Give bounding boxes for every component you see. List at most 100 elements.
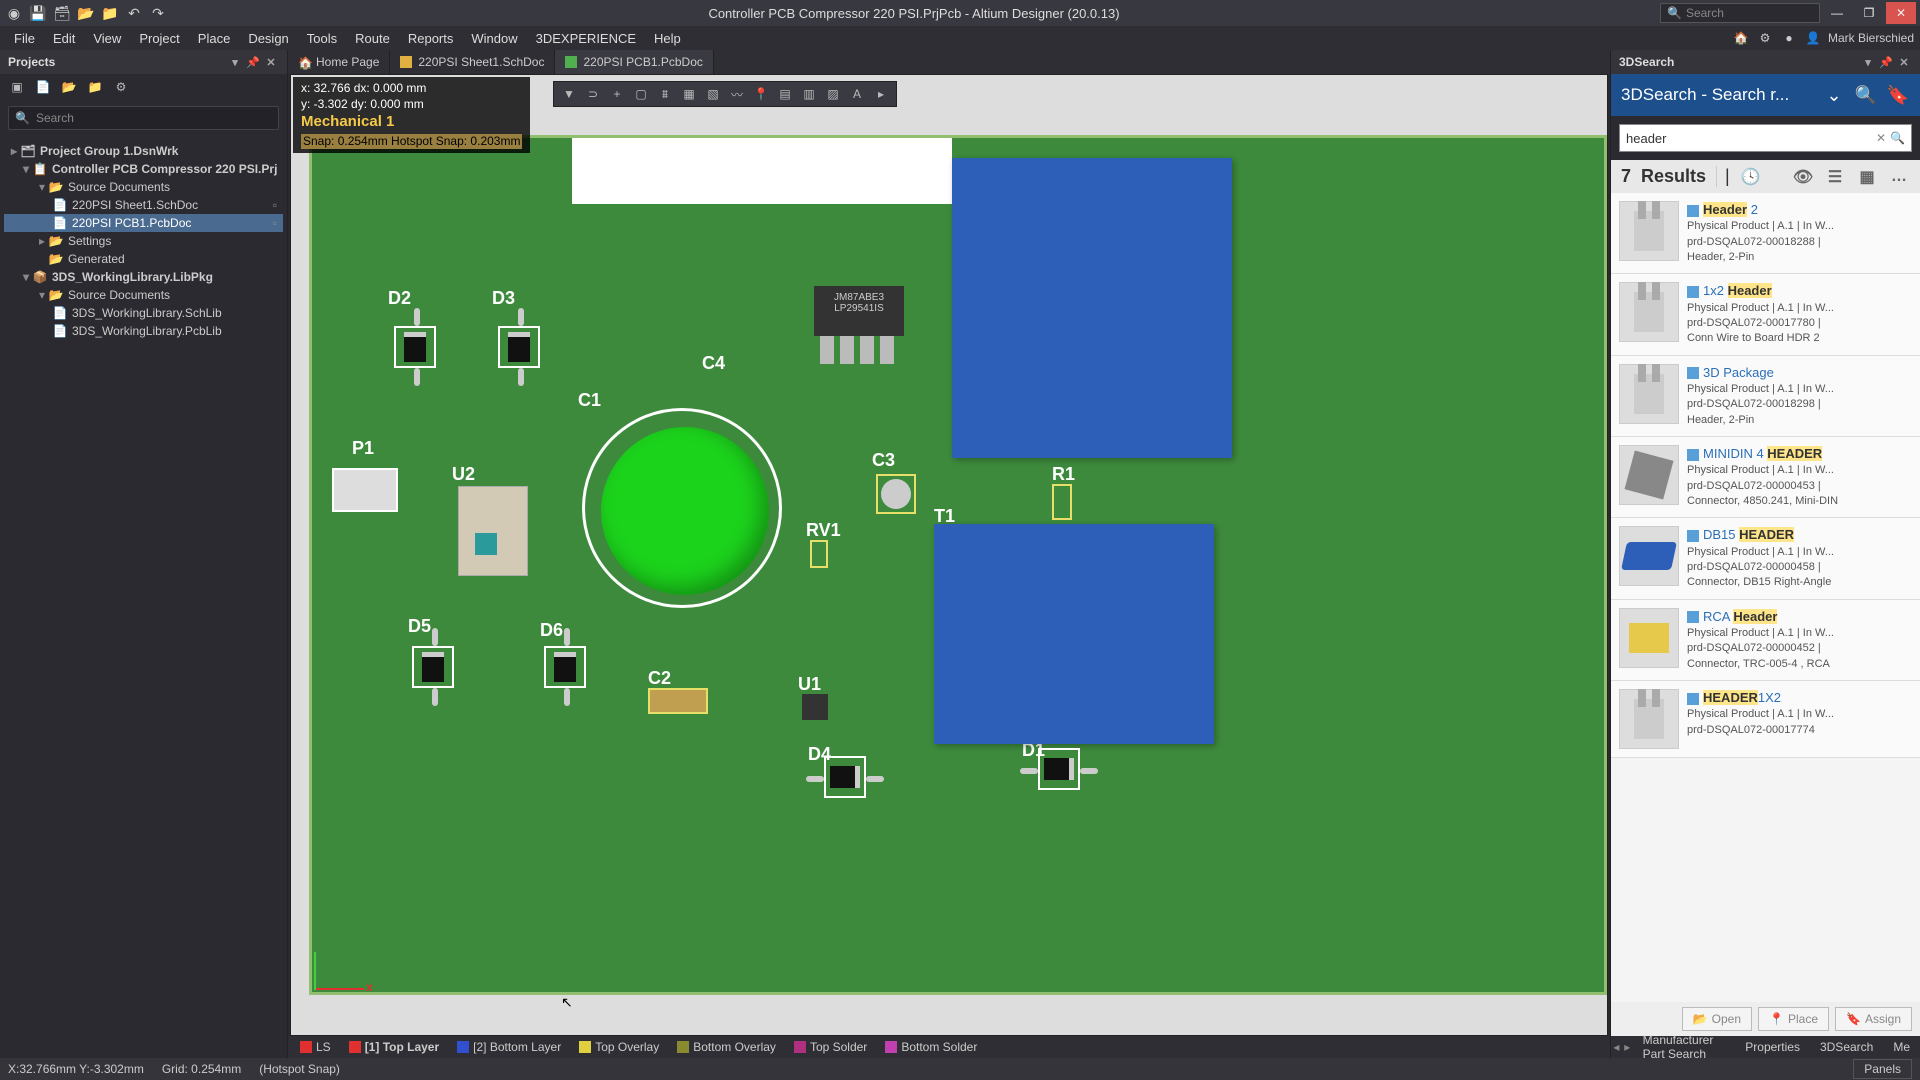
text-icon[interactable]: A <box>846 83 868 105</box>
comp-d1[interactable] <box>1038 748 1080 790</box>
tool7-icon[interactable]: ▥ <box>798 83 820 105</box>
pin-icon[interactable]: 📍 <box>750 83 772 105</box>
tree-lib-src[interactable]: ▾📂Source Documents <box>4 286 283 304</box>
tool1-icon[interactable]: ▢ <box>630 83 652 105</box>
tool8-icon[interactable]: ▨ <box>822 83 844 105</box>
tree-generated[interactable]: 📂Generated <box>4 250 283 268</box>
assign-button[interactable]: 🔖 Assign <box>1835 1007 1912 1031</box>
history-icon[interactable]: 🕓 <box>1740 167 1762 187</box>
result-item[interactable]: Header 2 Physical Product | A.1 | In W..… <box>1611 193 1920 274</box>
notification-icon[interactable]: ● <box>1780 31 1798 45</box>
comp-d6[interactable] <box>544 646 586 688</box>
tool4-icon[interactable]: ▧ <box>702 83 724 105</box>
layer-top-solder[interactable]: Top Solder <box>786 1036 875 1058</box>
user-name[interactable]: Mark Bierschied <box>1828 31 1914 45</box>
comp-p1[interactable] <box>332 468 398 512</box>
panel-pin-icon[interactable]: 📌 <box>1878 56 1894 69</box>
filter-icon[interactable]: ▼ <box>558 83 580 105</box>
menu-design[interactable]: Design <box>240 29 296 48</box>
grid-icon[interactable]: ▦ <box>1856 167 1878 187</box>
tab-properties[interactable]: Properties <box>1735 1040 1810 1054</box>
sort-icon[interactable]: ☰ <box>1824 167 1846 187</box>
tool6-icon[interactable]: ▤ <box>774 83 796 105</box>
toolbar-folder2-icon[interactable]: 📁 <box>86 78 104 96</box>
redo-icon[interactable]: ↷ <box>148 3 168 23</box>
tab-next-icon[interactable]: ▸ <box>1622 1040 1633 1054</box>
layer-bottom[interactable]: [2] Bottom Layer <box>449 1036 569 1058</box>
panel-pin-icon[interactable]: 📌 <box>245 56 261 69</box>
menu-tools[interactable]: Tools <box>299 29 345 48</box>
gear-icon[interactable]: ⚙ <box>1756 31 1774 45</box>
comp-c2[interactable] <box>648 688 708 714</box>
home-icon[interactable]: 🏠 <box>1732 31 1750 45</box>
menu-3dexperience[interactable]: 3DEXPERIENCE <box>528 29 644 48</box>
eye-icon[interactable]: 👁 <box>1792 167 1814 187</box>
tool5-icon[interactable]: 〰 <box>726 83 748 105</box>
menu-reports[interactable]: Reports <box>400 29 462 48</box>
layer-top[interactable]: [1] Top Layer <box>341 1036 447 1058</box>
place-button[interactable]: 📍 Place <box>1758 1007 1829 1031</box>
panel-close-icon[interactable]: ✕ <box>1896 56 1912 69</box>
comp-t2-3d[interactable] <box>952 158 1232 458</box>
save-icon[interactable]: 💾 <box>28 3 48 23</box>
pcb-board[interactable]: D2 D3 C4 C1 P1 U2 C3 R1 T1 T2 RV1 D5 D6 … <box>309 135 1607 995</box>
panel-dropdown-icon[interactable]: ▾ <box>227 56 243 69</box>
toolbar-new-icon[interactable]: ▣ <box>8 78 26 96</box>
menu-file[interactable]: File <box>6 29 43 48</box>
chevron-right-icon[interactable]: ▸ <box>870 83 892 105</box>
result-item[interactable]: DB15 HEADER Physical Product | A.1 | In … <box>1611 518 1920 599</box>
save-all-icon[interactable]: 🗃 <box>52 3 72 23</box>
open-icon[interactable]: 📂 <box>76 3 96 23</box>
menu-help[interactable]: Help <box>646 29 689 48</box>
open-button[interactable]: 📂 Open <box>1682 1007 1752 1031</box>
search-icon[interactable]: 🔍 <box>1890 131 1905 145</box>
undo-icon[interactable]: ↶ <box>124 3 144 23</box>
tag-icon[interactable]: 🔖 <box>1886 85 1910 106</box>
tree-schlib[interactable]: 📄3DS_WorkingLibrary.SchLib <box>4 304 283 322</box>
maximize-button[interactable]: ❐ <box>1854 2 1884 24</box>
pcb-canvas[interactable]: x: 32.766 dx: 0.000 mm y: -3.302 dy: 0.0… <box>290 74 1608 1036</box>
menu-icon[interactable]: … <box>1888 168 1910 186</box>
tree-source-docs[interactable]: ▾📂Source Documents <box>4 178 283 196</box>
menu-project[interactable]: Project <box>131 29 187 48</box>
menu-view[interactable]: View <box>85 29 129 48</box>
search-icon[interactable]: 🔍 <box>1854 85 1878 106</box>
menu-route[interactable]: Route <box>347 29 398 48</box>
comp-r1[interactable] <box>1052 484 1072 520</box>
tab-pcbdoc[interactable]: 220PSI PCB1.PcbDoc <box>555 50 713 74</box>
menu-window[interactable]: Window <box>463 29 525 48</box>
global-search[interactable]: 🔍 Search <box>1660 3 1820 23</box>
result-item[interactable]: MINIDIN 4 HEADER Physical Product | A.1 … <box>1611 437 1920 518</box>
tool3-icon[interactable]: ▦ <box>678 83 700 105</box>
toolbar-folder-icon[interactable]: 📂 <box>60 78 78 96</box>
panel-dropdown-icon[interactable]: ▾ <box>1860 56 1876 69</box>
comp-ic[interactable]: JM87ABE3LP29541IS <box>814 286 904 336</box>
toolbar-settings-icon[interactable]: ⚙ <box>112 78 130 96</box>
panels-button[interactable]: Panels <box>1853 1059 1912 1079</box>
tree-group[interactable]: ▸🗂Project Group 1.DsnWrk <box>4 142 283 160</box>
comp-u2[interactable] <box>458 486 528 576</box>
panel-close-icon[interactable]: ✕ <box>263 56 279 69</box>
tree-project[interactable]: ▾📋Controller PCB Compressor 220 PSI.Prj <box>4 160 283 178</box>
net-icon[interactable]: ⊃ <box>582 83 604 105</box>
tree-libpkg[interactable]: ▾📦3DS_WorkingLibrary.LibPkg <box>4 268 283 286</box>
comp-d2[interactable] <box>394 326 436 368</box>
projects-search[interactable]: 🔍 Search <box>8 106 279 130</box>
result-item[interactable]: HEADER1X2 Physical Product | A.1 | In W.… <box>1611 681 1920 758</box>
close-button[interactable]: ✕ <box>1886 2 1916 24</box>
tool2-icon[interactable]: ⩩ <box>654 83 676 105</box>
tab-mfr-search[interactable]: Manufacturer Part Search <box>1633 1033 1736 1061</box>
layer-top-overlay[interactable]: Top Overlay <box>571 1036 667 1058</box>
tree-schdoc[interactable]: 📄220PSI Sheet1.SchDoc▫ <box>4 196 283 214</box>
comp-t1-3d[interactable] <box>934 524 1214 744</box>
result-item[interactable]: 1x2 Header Physical Product | A.1 | In W… <box>1611 274 1920 355</box>
comp-c1[interactable] <box>582 408 782 608</box>
tab-home[interactable]: 🏠Home Page <box>288 50 390 74</box>
comp-c3[interactable] <box>876 474 916 514</box>
layer-bottom-overlay[interactable]: Bottom Overlay <box>669 1036 784 1058</box>
menu-edit[interactable]: Edit <box>45 29 83 48</box>
comp-u1[interactable] <box>802 694 828 720</box>
search-input[interactable] <box>1626 131 1872 146</box>
tab-me[interactable]: Me <box>1883 1040 1920 1054</box>
open-project-icon[interactable]: 📁 <box>100 3 120 23</box>
